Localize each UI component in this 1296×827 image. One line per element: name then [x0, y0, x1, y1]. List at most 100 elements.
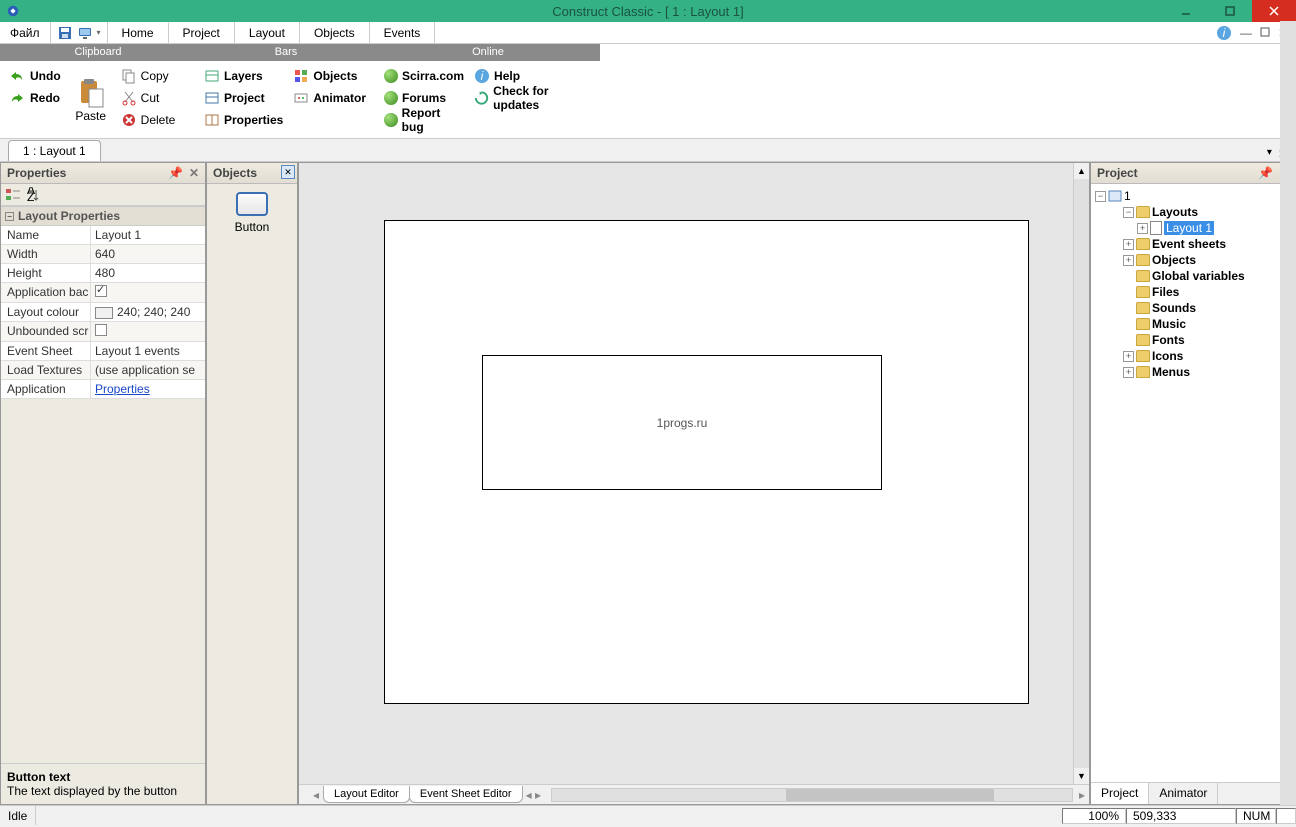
properties-link[interactable]: Properties	[95, 382, 150, 396]
objects-button[interactable]: Objects	[289, 65, 370, 87]
tab-layout[interactable]: Layout	[235, 22, 300, 43]
color-swatch[interactable]	[95, 307, 113, 319]
properties-button[interactable]: Properties	[200, 109, 287, 131]
tree-item[interactable]: +Menus	[1095, 364, 1291, 380]
tree-label: Objects	[1152, 253, 1196, 267]
layout-editor-tab[interactable]: Layout Editor	[323, 786, 410, 803]
tab-project[interactable]: Project	[169, 22, 235, 43]
layers-button[interactable]: Layers	[200, 65, 287, 87]
checkbox[interactable]	[95, 324, 107, 336]
tree-item[interactable]: + Icons	[1095, 348, 1291, 364]
property-row[interactable]: ApplicationProperties	[1, 380, 205, 399]
properties-section-header[interactable]: − Layout Properties	[1, 206, 205, 226]
folder-icon	[1136, 318, 1150, 330]
tree-item[interactable]: −Layouts	[1095, 204, 1291, 220]
property-row[interactable]: Width640	[1, 245, 205, 264]
tree-item[interactable]: Fonts	[1095, 332, 1291, 348]
tree-item[interactable]: +Event sheets	[1095, 236, 1291, 252]
tab-home[interactable]: Home	[108, 22, 169, 43]
tree-toggle-icon[interactable]: +	[1137, 223, 1148, 234]
layers-icon	[204, 68, 220, 84]
tree-item[interactable]: +Layout 1	[1095, 220, 1291, 236]
properties-panel-header[interactable]: Properties 📌 ✕	[1, 163, 205, 184]
reportbug-link[interactable]: Report bug	[380, 109, 468, 131]
save-icon[interactable]	[57, 25, 73, 41]
objects-panel: Objects ✕ Button	[206, 162, 298, 805]
scirra-link[interactable]: Scirra.com	[380, 65, 468, 87]
property-row[interactable]: Application bac	[1, 283, 205, 303]
horizontal-scrollbar[interactable]	[551, 788, 1073, 802]
minimize-button[interactable]	[1164, 0, 1208, 22]
vertical-scrollbar[interactable]: ▲ ▼	[1073, 163, 1089, 784]
help-icon: i	[474, 68, 490, 84]
document-tab[interactable]: 1 : Layout 1	[8, 140, 101, 161]
animator-button[interactable]: Animator	[289, 87, 370, 109]
scroll-up-icon[interactable]: ▲	[1074, 163, 1089, 179]
tree-toggle-icon[interactable]: −	[1123, 207, 1134, 218]
event-sheet-editor-tab[interactable]: Event Sheet Editor	[409, 786, 523, 803]
ribbon-group-bars: Bars	[196, 44, 376, 61]
project-tree[interactable]: − 1 −Layouts+Layout 1+Event sheets+Objec…	[1091, 184, 1295, 782]
project-button[interactable]: Project	[200, 87, 287, 109]
categorized-icon[interactable]	[5, 187, 21, 203]
paste-button[interactable]: Paste	[67, 65, 115, 134]
redo-button[interactable]: Redo	[4, 87, 65, 109]
tree-item[interactable]: + Objects	[1095, 252, 1291, 268]
project-tab[interactable]: Project	[1091, 783, 1149, 804]
canvas[interactable]: 1progs.ru	[299, 163, 1073, 784]
animator-tab[interactable]: Animator	[1149, 783, 1218, 804]
tree-toggle-icon[interactable]: +	[1123, 351, 1134, 362]
property-row[interactable]: Layout colour240; 240; 240	[1, 303, 205, 322]
pin-icon[interactable]: 📌	[1258, 166, 1273, 180]
tree-toggle-icon[interactable]	[1123, 271, 1134, 282]
copy-button[interactable]: Copy	[117, 65, 180, 87]
tree-toggle-icon[interactable]	[1123, 319, 1134, 330]
tree-item[interactable]: Files	[1095, 284, 1291, 300]
file-menu[interactable]: Файл	[0, 22, 51, 43]
tab-objects[interactable]: Objects	[300, 22, 370, 43]
scroll-down-icon[interactable]: ▼	[1074, 768, 1089, 784]
document-tabs: 1 : Layout 1 ▾ ✕	[0, 139, 1296, 162]
property-row[interactable]: Event SheetLayout 1 events	[1, 342, 205, 361]
tree-toggle-icon[interactable]	[1123, 335, 1134, 346]
updates-button[interactable]: Check for updates	[470, 87, 596, 109]
pin-icon[interactable]: 📌	[168, 166, 183, 180]
tree-label: Icons	[1152, 349, 1183, 363]
tree-scrollbar[interactable]	[1280, 21, 1296, 805]
help-info-icon[interactable]: i	[1216, 25, 1232, 41]
property-row[interactable]: NameLayout 1	[1, 226, 205, 245]
property-description: Button text The text displayed by the bu…	[1, 763, 205, 804]
object-thumbnail-button[interactable]	[236, 192, 268, 216]
property-row[interactable]: Unbounded scr	[1, 322, 205, 342]
tree-toggle-icon[interactable]	[1123, 303, 1134, 314]
mdi-restore-icon[interactable]	[1260, 26, 1270, 40]
qat-dropdown-icon[interactable]: ▾	[97, 28, 101, 37]
maximize-button[interactable]	[1208, 0, 1252, 22]
tree-toggle-icon[interactable]: +	[1123, 255, 1134, 266]
tree-item[interactable]: Music	[1095, 316, 1291, 332]
tab-events[interactable]: Events	[370, 22, 436, 43]
checkbox[interactable]	[95, 285, 107, 297]
tree-toggle-icon[interactable]: +	[1123, 367, 1134, 378]
tree-root[interactable]: − 1	[1095, 188, 1291, 204]
button-instance[interactable]: 1progs.ru	[482, 355, 882, 490]
folder-icon	[1136, 286, 1150, 298]
tree-label: Fonts	[1152, 333, 1185, 347]
property-row[interactable]: Load Textures(use application se	[1, 361, 205, 380]
undo-button[interactable]: Undo	[4, 65, 65, 87]
monitor-icon[interactable]	[77, 25, 93, 41]
alphabetical-icon[interactable]: AZ	[25, 187, 41, 203]
tab-menu-icon[interactable]: ▾	[1267, 147, 1272, 161]
property-row[interactable]: Height480	[1, 264, 205, 283]
cut-button[interactable]: Cut	[117, 87, 180, 109]
mdi-minimize-icon[interactable]: —	[1240, 26, 1252, 40]
project-panel-header[interactable]: Project 📌 ✕	[1091, 163, 1295, 184]
tree-toggle-icon[interactable]	[1123, 287, 1134, 298]
tree-item[interactable]: Global variables	[1095, 268, 1291, 284]
tree-toggle-icon[interactable]: +	[1123, 239, 1134, 250]
objects-close-icon[interactable]: ✕	[281, 165, 295, 179]
close-button[interactable]	[1252, 0, 1296, 22]
tree-item[interactable]: Sounds	[1095, 300, 1291, 316]
panel-close-icon[interactable]: ✕	[189, 166, 199, 180]
delete-button[interactable]: Delete	[117, 109, 180, 131]
